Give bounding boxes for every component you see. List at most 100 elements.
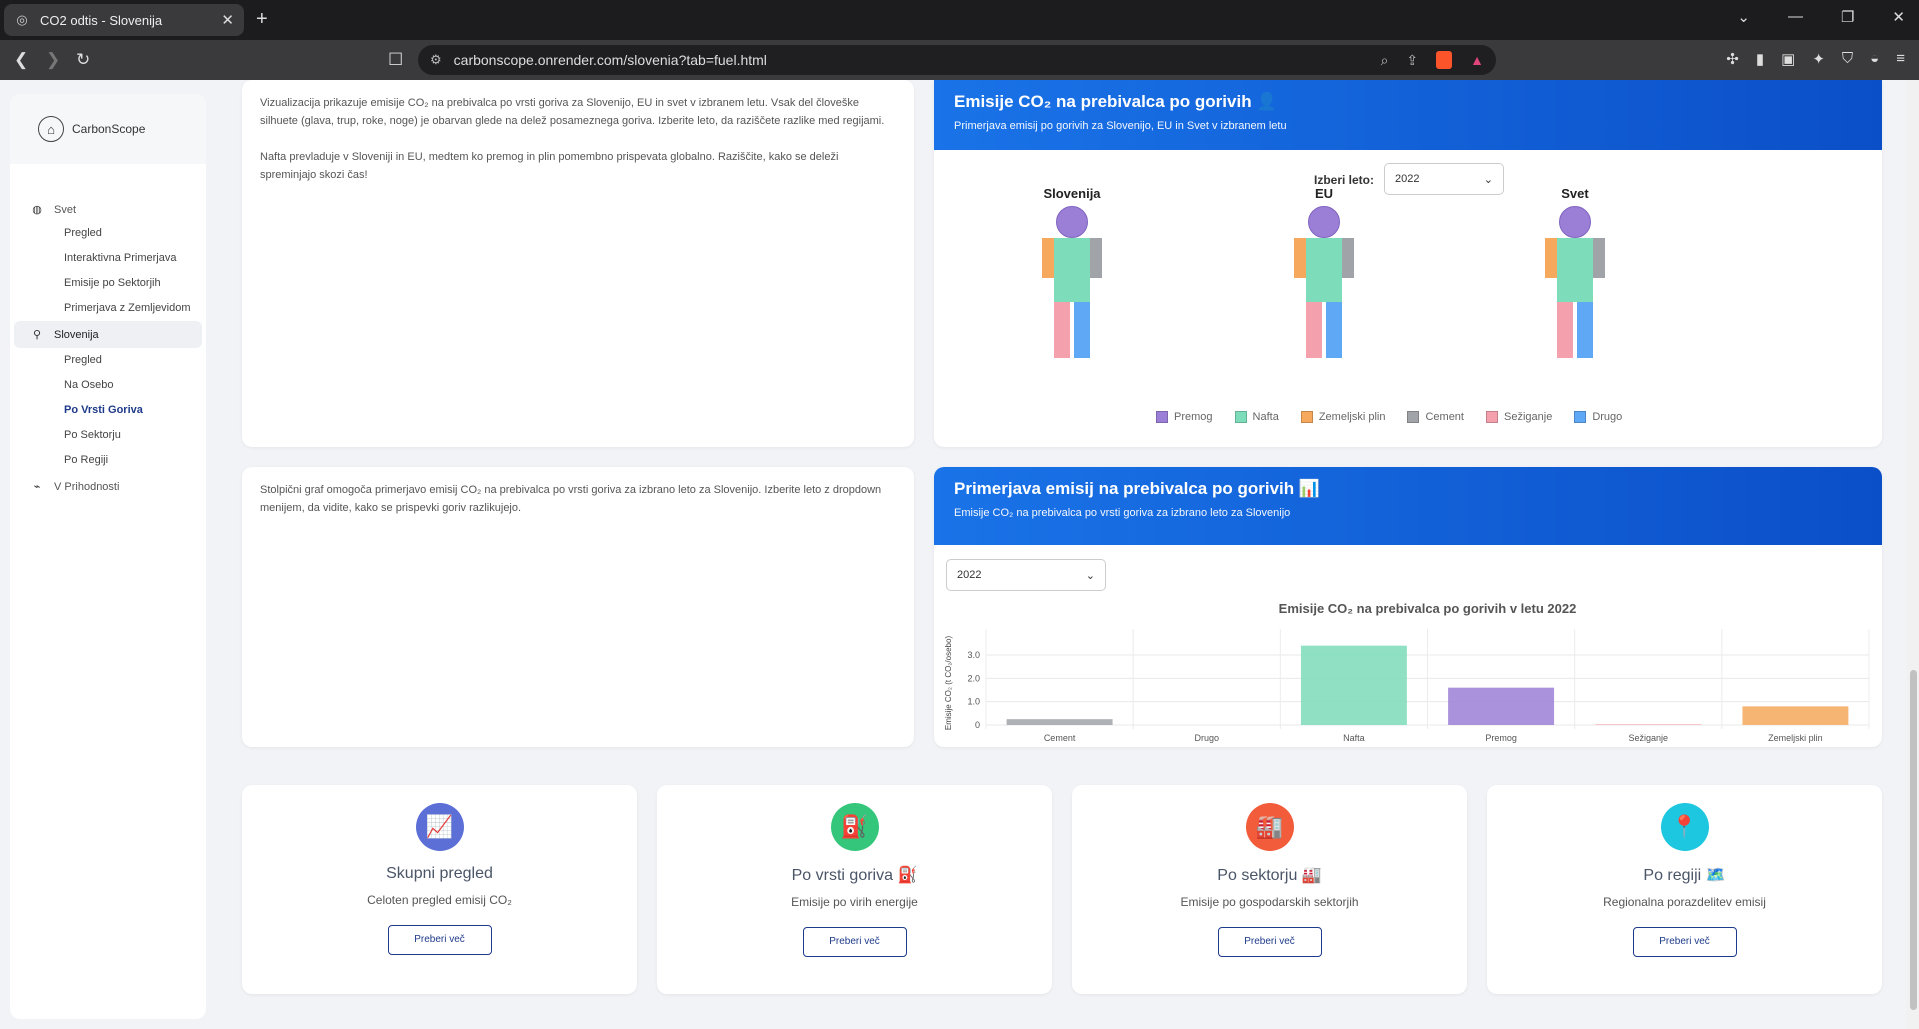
brand[interactable]: ⌂ CarbonScope: [10, 94, 206, 164]
menu-icon[interactable]: ≡: [1896, 50, 1905, 68]
legend-item[interactable]: Drugo: [1574, 411, 1622, 423]
silhouette-torso[interactable]: [1557, 238, 1593, 302]
sidebar-item[interactable]: Na Osebo: [10, 373, 206, 398]
legend-label: Sežiganje: [1504, 411, 1553, 423]
extensions-icon[interactable]: ✣: [1726, 50, 1739, 68]
close-tab-icon[interactable]: ✕: [221, 11, 234, 29]
read-more-button[interactable]: Preberi več: [1632, 927, 1737, 957]
feature-card-title: Skupni pregled: [386, 865, 493, 882]
legend-label: Premog: [1174, 411, 1213, 423]
favicon-icon: ◎: [16, 12, 28, 27]
sidebar-toggle-icon[interactable]: ▮: [1756, 50, 1764, 68]
bar[interactable]: [1742, 706, 1849, 725]
silhouette-legl[interactable]: [1306, 302, 1322, 358]
silhouette-arml[interactable]: [1545, 238, 1557, 278]
reload-icon[interactable]: ↻: [76, 50, 90, 70]
silhouette-legl[interactable]: [1557, 302, 1573, 358]
bar[interactable]: [1595, 724, 1702, 725]
sidebar-item[interactable]: Emisije po Sektorjih: [10, 271, 206, 296]
silhouette-head[interactable]: [1559, 206, 1591, 238]
brave-shield-icon[interactable]: [1436, 51, 1453, 69]
legend-item[interactable]: Zemeljski plin: [1300, 411, 1385, 423]
new-tab-icon[interactable]: +: [256, 8, 268, 30]
legend-label: Drugo: [1592, 411, 1623, 423]
year-select[interactable]: 2022 ⌄: [1384, 163, 1504, 195]
human-silhouette[interactable]: [1545, 206, 1605, 358]
figure-label: Slovenija: [1043, 186, 1101, 201]
legend-swatch: [1407, 411, 1420, 423]
site-settings-icon[interactable]: ⚙: [430, 52, 442, 68]
x-tick-label: Cement: [1044, 733, 1076, 743]
silhouette-arml[interactable]: [1294, 238, 1306, 278]
profile-icon[interactable]: ◒: [1870, 50, 1879, 68]
sidebar-item[interactable]: Primerjava z Zemljevidom: [10, 296, 206, 321]
figure-label: Svet: [1561, 186, 1589, 201]
legend-item[interactable]: Nafta: [1234, 411, 1279, 423]
read-more-button[interactable]: Preberi več: [387, 925, 492, 955]
leo-ai-icon[interactable]: ✦: [1812, 50, 1825, 68]
silhouette-torso[interactable]: [1054, 238, 1090, 302]
year-select-value: 2022: [957, 569, 982, 581]
sidebar-item[interactable]: Po Sektorju: [10, 423, 206, 448]
forward-icon[interactable]: ❯: [46, 50, 60, 70]
map-pin-icon: ⚲: [32, 329, 42, 341]
silhouette-armr[interactable]: [1342, 238, 1354, 278]
legend-swatch: [1486, 411, 1498, 423]
minimize-icon[interactable]: —: [1788, 8, 1803, 26]
x-tick-label: Nafta: [1343, 733, 1365, 743]
sidebar-item[interactable]: Pregled: [10, 348, 206, 373]
sidebar-section-2[interactable]: ⌁ V Prihodnosti: [10, 473, 206, 500]
sidebar-nav: ◍ Svet Pregled Interaktivna Primerjava Emisi…: [10, 196, 206, 500]
silhouette-armr[interactable]: [1090, 238, 1102, 278]
vpn-icon[interactable]: ⛉: [1842, 50, 1853, 68]
read-more-button[interactable]: Preberi več: [1217, 927, 1322, 957]
silhouette-torso[interactable]: [1306, 238, 1342, 302]
silhouette-legl[interactable]: [1054, 302, 1070, 358]
silhouette-head[interactable]: [1056, 206, 1088, 238]
feature-card-subtitle: Celoten pregled emisij CO₂: [367, 893, 512, 907]
bar[interactable]: [1006, 719, 1113, 725]
silhouette-arml[interactable]: [1042, 238, 1054, 278]
sidebar-item[interactable]: Po Regiji: [10, 448, 206, 473]
rewards-icon[interactable]: ▲: [1470, 52, 1484, 68]
legend-item[interactable]: Sežiganje: [1486, 411, 1552, 423]
url-field[interactable]: ⚙ carbonscope.onrender.com/slovenia?tab=…: [418, 45, 1496, 75]
close-window-icon[interactable]: ✕: [1892, 8, 1905, 26]
scrollbar-thumb[interactable]: [1910, 670, 1917, 1010]
y-tick-label: 2.0: [967, 673, 980, 683]
browser-tab[interactable]: ◎ CO2 odtis - Slovenija ✕: [4, 4, 244, 36]
sidebar-section-label: Svet: [54, 203, 77, 216]
back-icon[interactable]: ❮: [14, 50, 28, 70]
sidebar-section-0[interactable]: ◍ Svet: [10, 196, 206, 223]
silhouette-head[interactable]: [1308, 206, 1340, 238]
sidebar-item[interactable]: Pregled: [10, 221, 206, 246]
description-card-bar: Stolpični graf omogoča primerjavo emisij…: [242, 467, 914, 747]
human-silhouette[interactable]: [1042, 206, 1102, 358]
bar[interactable]: [1448, 687, 1555, 725]
bar-year-select[interactable]: 2022 ⌄: [946, 559, 1106, 591]
zoom-icon[interactable]: ⌕: [1381, 52, 1389, 69]
legend-swatch: [1574, 411, 1587, 423]
silhouette-legr[interactable]: [1326, 302, 1342, 358]
silhouette-legr[interactable]: [1074, 302, 1090, 358]
sidebar-section-1[interactable]: ⚲ Slovenija: [14, 321, 202, 348]
globe-icon: ◍: [32, 204, 42, 216]
wallet-icon[interactable]: ▣: [1781, 50, 1795, 68]
human-silhouette[interactable]: [1294, 206, 1354, 358]
x-tick-label: Zemeljski plin: [1768, 733, 1823, 743]
feature-card-title: Po sektorju 🏭: [1217, 867, 1322, 884]
card-header: Primerjava emisij na prebivalca po goriv…: [934, 467, 1882, 545]
legend-item[interactable]: Premog: [1156, 411, 1213, 423]
tab-list-icon[interactable]: ⌄: [1737, 8, 1750, 26]
silhouette-legr[interactable]: [1577, 302, 1593, 358]
bar[interactable]: [1300, 645, 1407, 725]
silhouette-armr[interactable]: [1593, 238, 1605, 278]
page-scrollbar[interactable]: [1907, 80, 1919, 1029]
sidebar-item[interactable]: Po Vrsti Goriva: [10, 398, 206, 423]
read-more-button[interactable]: Preberi več: [802, 927, 907, 957]
restore-icon[interactable]: ❐: [1841, 8, 1854, 26]
bookmark-icon[interactable]: ☐: [388, 50, 403, 70]
sidebar-item[interactable]: Interaktivna Primerjava: [10, 246, 206, 271]
legend-item[interactable]: Cement: [1407, 411, 1464, 423]
share-icon[interactable]: ⇪: [1406, 52, 1418, 69]
